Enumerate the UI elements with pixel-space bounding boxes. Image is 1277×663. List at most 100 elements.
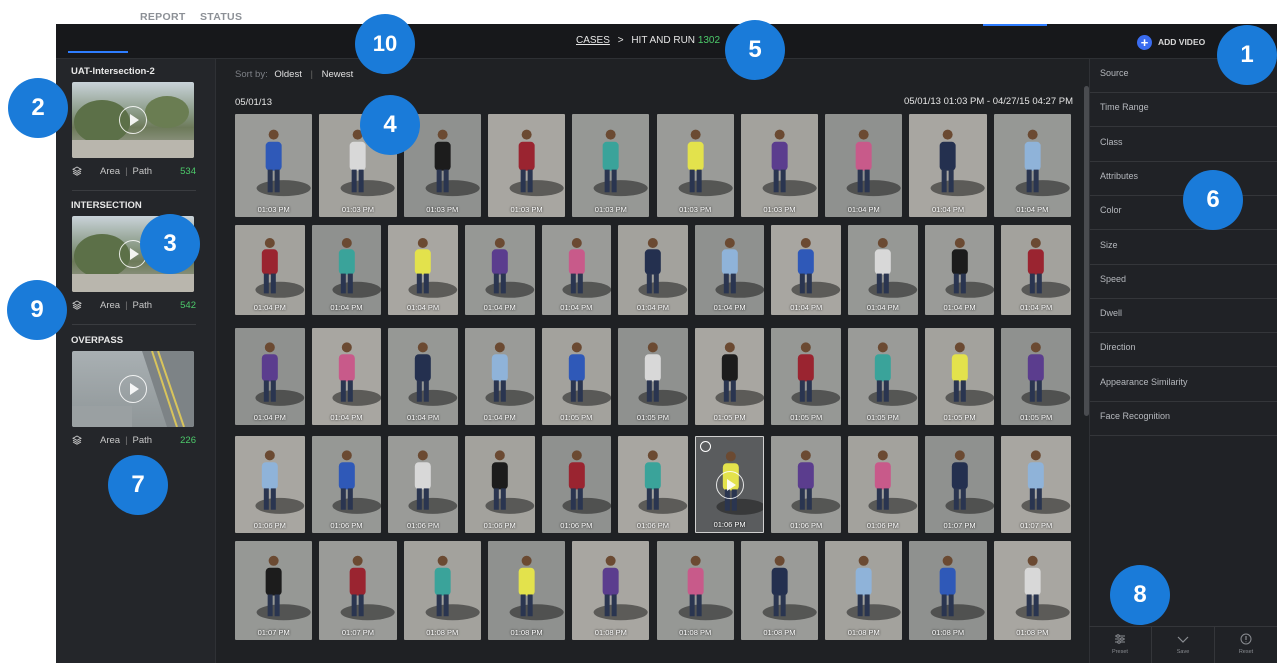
result-thumbnail[interactable]: 01:04 PM	[1001, 225, 1071, 315]
result-thumbnail[interactable]: 01:05 PM	[541, 328, 612, 425]
save-label: Save	[1176, 649, 1190, 655]
camera-stats-row: Area | Path 542	[72, 298, 196, 312]
result-thumbnail[interactable]: 01:04 PM	[694, 225, 765, 315]
result-thumbnail[interactable]: 01:08 PM	[993, 541, 1071, 640]
result-thumbnail[interactable]: 01:08 PM	[825, 541, 903, 640]
result-thumbnail[interactable]: 01:07 PM	[235, 541, 313, 640]
camera-area-link[interactable]: Area	[100, 300, 120, 311]
result-thumbnail[interactable]: 01:04 PM	[235, 328, 305, 425]
result-thumbnail[interactable]: 01:04 PM	[464, 328, 535, 425]
layers-icon[interactable]	[72, 435, 82, 445]
result-thumbnail[interactable]: 01:03 PM	[487, 114, 566, 217]
result-thumbnail[interactable]: 01:06 PM	[541, 436, 612, 533]
result-thumbnail[interactable]: 01:04 PM	[909, 114, 987, 217]
camera-path-link[interactable]: Path	[133, 300, 153, 311]
result-thumbnail[interactable]: 01:06 PM	[694, 436, 765, 533]
result-thumbnail[interactable]: 01:04 PM	[541, 225, 612, 315]
add-video-button[interactable]: + ADD VIDEO	[1137, 34, 1205, 50]
result-thumbnail[interactable]: 01:06 PM	[848, 436, 918, 533]
result-thumbnail[interactable]: 01:05 PM	[694, 328, 765, 425]
tab-report[interactable]: REPORT	[140, 11, 186, 23]
preset-button[interactable]: Preset	[1089, 627, 1152, 663]
result-thumbnail[interactable]: 01:05 PM	[848, 328, 918, 425]
save-button[interactable]: Save	[1152, 627, 1215, 663]
filter-dwell[interactable]: Dwell	[1090, 299, 1277, 334]
filter-size[interactable]: Size	[1090, 231, 1277, 265]
camera-path-link[interactable]: Path	[133, 435, 153, 446]
result-thumbnail[interactable]: 01:03 PM	[235, 114, 313, 217]
result-thumbnail[interactable]: 01:06 PM	[388, 436, 458, 533]
tab-status[interactable]: STATUS	[200, 11, 242, 23]
filter-time-range[interactable]: Time Range	[1090, 93, 1277, 128]
result-thumbnail[interactable]: 01:06 PM	[464, 436, 535, 533]
result-thumbnail[interactable]: 01:05 PM	[618, 328, 688, 425]
sort-newest-option[interactable]: Newest	[322, 69, 354, 80]
filter-speed[interactable]: Speed	[1090, 265, 1277, 299]
layers-icon[interactable]	[72, 300, 82, 310]
result-thumbnail[interactable]: 01:04 PM	[235, 225, 305, 315]
filter-face-recognition[interactable]: Face Recognition	[1090, 402, 1277, 436]
filter-panel: Source Time Range Class Attributes Color Size…	[1089, 59, 1277, 663]
result-thumbnail[interactable]: 01:04 PM	[464, 225, 535, 315]
result-thumbnail[interactable]: 01:04 PM	[771, 225, 842, 315]
result-thumbnail[interactable]: 01:06 PM	[235, 436, 305, 533]
result-thumbnail[interactable]: 01:04 PM	[311, 328, 382, 425]
result-thumbnail[interactable]: 01:03 PM	[740, 114, 819, 217]
result-thumbnail[interactable]: 01:07 PM	[319, 541, 397, 640]
layers-icon[interactable]	[72, 166, 82, 176]
result-thumbnail[interactable]: 01:08 PM	[656, 541, 734, 640]
reset-button[interactable]: Reset	[1215, 627, 1277, 663]
result-thumbnail[interactable]: 01:05 PM	[771, 328, 842, 425]
play-icon[interactable]	[119, 106, 147, 134]
result-thumbnail[interactable]: 01:08 PM	[487, 541, 566, 640]
camera-path-link[interactable]: Path	[133, 166, 153, 177]
result-timestamp: 01:08 PM	[510, 628, 543, 637]
result-thumbnail[interactable]: 01:03 PM	[572, 114, 650, 217]
results-area: Sort by: Oldest | Newest 05/01/13 05/01/…	[217, 59, 1089, 663]
result-thumbnail[interactable]: 01:05 PM	[1001, 328, 1071, 425]
tab-viewer[interactable]: VIEWER	[80, 11, 123, 23]
filter-direction[interactable]: Direction	[1090, 333, 1277, 368]
result-thumbnail[interactable]: 01:04 PM	[825, 114, 903, 217]
result-timestamp: 01:08 PM	[426, 628, 459, 637]
camera-count: 542	[180, 299, 196, 311]
add-video-label: ADD VIDEO	[1158, 37, 1206, 47]
result-thumbnail[interactable]: 01:04 PM	[993, 114, 1071, 217]
result-thumbnail[interactable]: 01:08 PM	[572, 541, 650, 640]
result-timestamp: 01:04 PM	[866, 303, 899, 312]
camera-count: 534	[180, 165, 196, 177]
play-icon[interactable]	[119, 375, 147, 403]
result-thumbnail[interactable]: 01:04 PM	[924, 225, 995, 315]
result-thumbnail[interactable]: 01:07 PM	[1001, 436, 1071, 533]
result-thumbnail[interactable]: 01:08 PM	[740, 541, 819, 640]
camera-area-link[interactable]: Area	[100, 435, 120, 446]
result-timestamp: 01:08 PM	[931, 628, 965, 637]
result-thumbnail[interactable]: 01:04 PM	[388, 328, 458, 425]
result-thumbnail[interactable]: 01:06 PM	[311, 436, 382, 533]
filter-appearance-similarity[interactable]: Appearance Similarity	[1090, 368, 1277, 402]
camera-stats-row: Area | Path 226	[72, 433, 196, 447]
result-timestamp: 01:05 PM	[1020, 413, 1053, 422]
callout-badge-2: 2	[8, 78, 68, 138]
result-thumbnail[interactable]: 01:03 PM	[656, 114, 734, 217]
result-thumbnail[interactable]: 01:04 PM	[618, 225, 688, 315]
result-thumbnail[interactable]: 01:05 PM	[924, 328, 995, 425]
result-timestamp: 01:06 PM	[713, 520, 746, 529]
camera-area-link[interactable]: Area	[100, 166, 120, 177]
play-icon[interactable]	[715, 470, 744, 499]
breadcrumb-cases-link[interactable]: CASES	[576, 35, 610, 46]
result-thumbnail[interactable]: 01:04 PM	[848, 225, 918, 315]
select-checkbox[interactable]	[699, 441, 711, 452]
result-thumbnail[interactable]: 01:08 PM	[909, 541, 987, 640]
result-thumbnail[interactable]: 01:06 PM	[771, 436, 842, 533]
result-thumbnail[interactable]: 01:04 PM	[311, 225, 382, 315]
result-thumbnail[interactable]: 01:08 PM	[403, 541, 481, 640]
callout-badge-5: 5	[725, 20, 785, 80]
sort-oldest-option[interactable]: Oldest	[274, 69, 301, 80]
filter-class[interactable]: Class	[1090, 128, 1277, 162]
result-thumbnail[interactable]: 01:07 PM	[924, 436, 995, 533]
camera-thumbnail[interactable]	[72, 351, 194, 427]
result-thumbnail[interactable]: 01:06 PM	[618, 436, 688, 533]
camera-thumbnail[interactable]	[72, 82, 194, 158]
result-thumbnail[interactable]: 01:04 PM	[388, 225, 458, 315]
